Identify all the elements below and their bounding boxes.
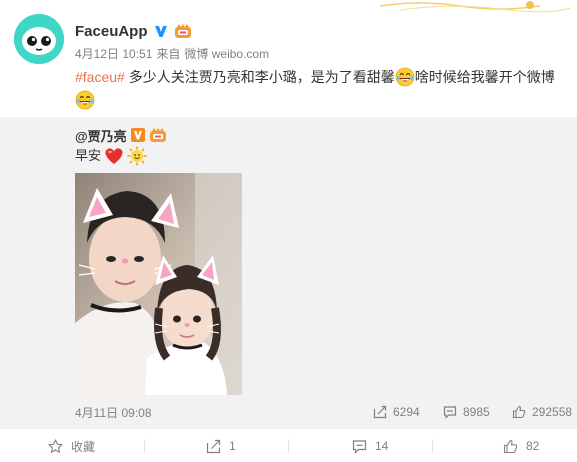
forward-icon <box>373 405 387 419</box>
comment-button[interactable]: 14 <box>352 429 388 462</box>
repost-text-content: 早安 <box>75 148 102 163</box>
selfie-photo-illustration <box>75 173 242 395</box>
post-meta: 4月12日 10:51 来自 微博 weibo.com <box>75 45 269 62</box>
faceu-logo-icon <box>14 14 64 64</box>
star-icon <box>48 438 63 453</box>
weibo-post-card: FaceuApp 4月12日 10:51 来自 微博 weibo.com #fa… <box>0 0 577 462</box>
laughing-emoji-icon <box>395 67 415 87</box>
repost-block: @贾乃亮 早安 4月11日 09:08 6294 8985 292558 <box>0 117 577 428</box>
comment-count: 14 <box>375 439 389 453</box>
like-button[interactable]: 82 <box>503 429 539 462</box>
post-text: #faceu# 多少人关注贾乃亮和李小璐，是为了看甜馨 啥时候给我馨开个微博 <box>75 66 555 112</box>
repost-footer: 4月11日 09:08 6294 8985 292558 <box>0 402 577 422</box>
hashtag-link[interactable]: #faceu# <box>75 69 125 85</box>
repost-author[interactable]: @贾乃亮 <box>75 126 127 145</box>
verified-icon[interactable] <box>130 128 145 142</box>
verified-icon[interactable] <box>154 24 168 38</box>
repost-forward-stat[interactable]: 6294 <box>373 402 420 422</box>
repost-text: 早安 <box>75 146 147 166</box>
laughing-emoji-icon <box>75 90 95 110</box>
like-icon <box>503 439 518 453</box>
repost-comment-count: 8985 <box>463 405 490 419</box>
author-name[interactable]: FaceuApp <box>75 23 148 40</box>
comment-icon <box>443 406 457 419</box>
post-photo[interactable] <box>75 173 242 395</box>
divider <box>432 439 433 453</box>
divider <box>144 439 145 453</box>
repost-date[interactable]: 4月11日 09:08 <box>75 404 152 421</box>
favorite-label: 收藏 <box>71 439 96 454</box>
forward-icon <box>206 439 221 453</box>
repost-forward-count: 6294 <box>393 405 420 419</box>
heart-emoji-icon <box>105 148 123 164</box>
repost-comment-stat[interactable]: 8985 <box>443 402 490 422</box>
sun-emoji-icon <box>127 146 147 166</box>
comment-icon <box>352 439 367 454</box>
post-text-part1: 多少人关注贾乃亮和李小璐，是为了看甜馨 <box>124 69 395 85</box>
repost-like-stat[interactable]: 292558 <box>512 402 572 422</box>
like-count: 82 <box>526 439 540 453</box>
favorite-button[interactable]: 收藏 <box>48 429 95 462</box>
source-prefix: 来自 <box>156 47 181 61</box>
vip-icon[interactable] <box>174 23 192 39</box>
forward-button[interactable]: 1 <box>206 429 236 462</box>
action-bar: 收藏 1 14 82 <box>0 428 577 462</box>
forward-count: 1 <box>229 439 236 453</box>
vip-icon[interactable] <box>149 127 167 143</box>
repost-author-row: @贾乃亮 <box>75 126 167 144</box>
ornament-decoration <box>380 1 571 13</box>
post-source[interactable]: 微博 weibo.com <box>184 45 269 62</box>
post-text-part2: 啥时候给我馨开个微博 <box>414 69 555 85</box>
like-icon <box>512 405 526 419</box>
avatar[interactable] <box>14 14 64 64</box>
divider <box>288 439 289 453</box>
post-date[interactable]: 4月12日 10:51 <box>75 45 152 62</box>
repost-like-count: 292558 <box>532 405 573 419</box>
author-row: FaceuApp <box>75 20 192 42</box>
